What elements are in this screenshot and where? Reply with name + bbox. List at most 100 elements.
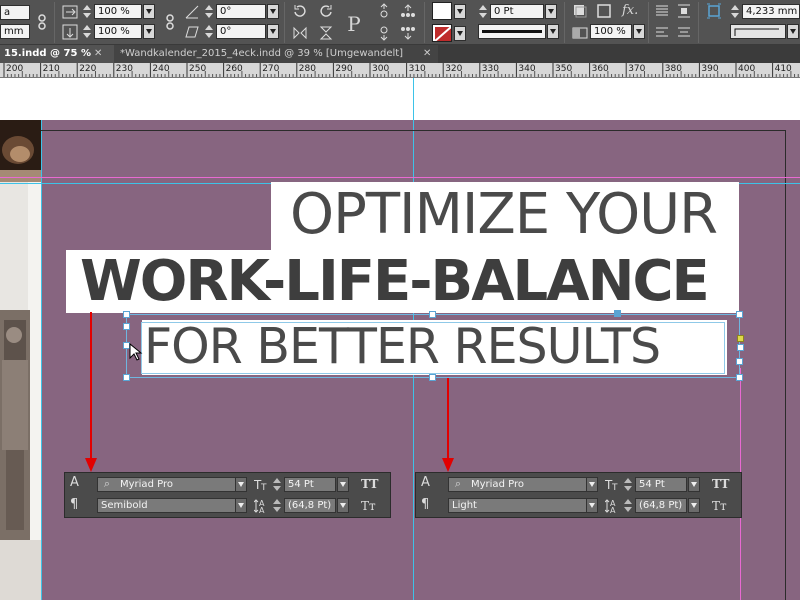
guide-vertical[interactable] bbox=[41, 120, 42, 600]
shear-dropdown[interactable] bbox=[267, 24, 279, 39]
font-size-field[interactable]: 54 Pt bbox=[284, 477, 336, 492]
scale-y-spinner[interactable] bbox=[82, 24, 92, 39]
stroke-type-preview bbox=[482, 30, 542, 33]
red-arrow-icon bbox=[442, 378, 454, 472]
tab-wandkalender[interactable]: *Wandkalender_2015_4eck.indd @ 39 % [Umg… bbox=[114, 45, 438, 63]
close-icon[interactable]: ✕ bbox=[94, 45, 102, 63]
opacity-field[interactable]: 100 % bbox=[590, 24, 632, 39]
close-icon[interactable]: ✕ bbox=[423, 45, 431, 63]
frame-edge-handle[interactable] bbox=[737, 344, 744, 351]
paragraph-p-icon[interactable]: P bbox=[342, 12, 366, 36]
scale-x-spinner[interactable] bbox=[82, 4, 92, 19]
all-caps-icon[interactable]: TT bbox=[712, 476, 729, 492]
out-port-handle[interactable] bbox=[737, 335, 744, 342]
x-position-field[interactable]: a bbox=[0, 5, 30, 20]
horizontal-ruler[interactable]: 200 210 220 230 240 250 260 270 280 290 300 310 320 3… bbox=[0, 63, 800, 78]
stroke-weight-dropdown[interactable] bbox=[545, 4, 557, 19]
resize-handle-bottom-right[interactable] bbox=[736, 374, 743, 381]
ruler-tick-label: 200 bbox=[6, 64, 24, 74]
resize-handle-top-right[interactable] bbox=[736, 311, 743, 318]
small-caps-icon[interactable]: Tт bbox=[361, 498, 376, 514]
select-next-object-icon[interactable] bbox=[400, 25, 416, 41]
fill-swatch[interactable] bbox=[432, 2, 452, 20]
width-field[interactable]: mm bbox=[0, 24, 30, 39]
chain-link-icon[interactable] bbox=[34, 14, 50, 30]
distribute-spacing-icon[interactable] bbox=[706, 3, 722, 19]
align-center-icon[interactable] bbox=[676, 25, 692, 41]
all-caps-icon[interactable]: TT bbox=[361, 476, 378, 492]
resize-handle-top-center[interactable] bbox=[429, 311, 436, 318]
frame-anchor-handle[interactable] bbox=[614, 310, 621, 317]
resize-handle-bottom-center[interactable] bbox=[429, 374, 436, 381]
in-port-handle[interactable] bbox=[123, 323, 130, 330]
select-content-icon[interactable] bbox=[376, 25, 392, 41]
stroke-type-dropdown[interactable] bbox=[547, 24, 559, 39]
leading-spinner[interactable] bbox=[272, 498, 282, 513]
leading-dropdown[interactable] bbox=[688, 498, 700, 513]
corner-shape-select[interactable] bbox=[730, 24, 786, 39]
font-family-dropdown[interactable] bbox=[235, 477, 247, 492]
shear-spinner[interactable] bbox=[204, 24, 214, 39]
stroke-type-select[interactable] bbox=[478, 24, 546, 39]
ruler-tick-label: 290 bbox=[335, 64, 353, 74]
rotation-field[interactable]: 0° bbox=[216, 4, 266, 19]
font-size-dropdown[interactable] bbox=[337, 477, 349, 492]
resize-handle-middle-right[interactable] bbox=[736, 358, 743, 365]
stroke-dropdown[interactable] bbox=[454, 26, 466, 41]
stroke-swatch[interactable] bbox=[432, 24, 452, 42]
stroke-weight-spinner[interactable] bbox=[478, 4, 488, 19]
rotate-counterclockwise-icon[interactable] bbox=[318, 3, 334, 19]
mouse-cursor-icon bbox=[129, 343, 143, 361]
flip-horizontal-icon[interactable] bbox=[292, 25, 308, 41]
constrain-proportions-icon[interactable] bbox=[162, 14, 178, 30]
opacity-dropdown[interactable] bbox=[633, 24, 645, 39]
text-wrap-none-icon[interactable] bbox=[654, 3, 670, 19]
drop-shadow-icon[interactable] bbox=[572, 3, 588, 19]
leading-field[interactable]: (64,8 Pt) bbox=[635, 498, 687, 513]
shear-field[interactable]: 0° bbox=[216, 24, 266, 39]
fill-dropdown[interactable] bbox=[454, 4, 466, 19]
scale-y-dropdown[interactable] bbox=[143, 24, 155, 39]
rotate-clockwise-icon[interactable] bbox=[292, 3, 308, 19]
separator bbox=[424, 2, 425, 43]
text-wrap-bounding-icon[interactable] bbox=[676, 3, 692, 19]
font-style-dropdown[interactable] bbox=[586, 498, 598, 513]
effects-fx-icon[interactable]: fx. bbox=[622, 3, 638, 19]
rotation-spinner[interactable] bbox=[204, 4, 214, 19]
ruler-tick-label: 390 bbox=[701, 64, 719, 74]
spacing-spinner[interactable] bbox=[730, 4, 740, 19]
small-caps-icon[interactable]: Tт bbox=[712, 498, 727, 514]
object-frame-icon[interactable] bbox=[596, 3, 612, 19]
resize-handle-bottom-left[interactable] bbox=[123, 374, 130, 381]
font-size-spinner[interactable] bbox=[272, 477, 282, 492]
leading-dropdown[interactable] bbox=[337, 498, 349, 513]
scale-x-dropdown[interactable] bbox=[143, 4, 155, 19]
font-style-field[interactable]: Light bbox=[448, 498, 598, 513]
leading-spinner[interactable] bbox=[623, 498, 633, 513]
photo-image-strip[interactable] bbox=[0, 120, 41, 600]
scale-x-field[interactable]: 100 % bbox=[94, 4, 142, 19]
character-a-icon: A bbox=[421, 475, 430, 490]
font-family-dropdown[interactable] bbox=[586, 477, 598, 492]
align-left-icon[interactable] bbox=[654, 25, 670, 41]
scale-y-field[interactable]: 100 % bbox=[94, 24, 142, 39]
stroke-weight-field[interactable]: 0 Pt bbox=[490, 4, 544, 19]
character-a-icon: A bbox=[70, 475, 79, 490]
resize-handle-top-left[interactable] bbox=[123, 311, 130, 318]
font-family-field[interactable]: Myriad Pro bbox=[97, 477, 247, 492]
rotation-dropdown[interactable] bbox=[267, 4, 279, 19]
document-canvas[interactable]: OPTIMIZE YOUR WORK-LIFE-BALANCE FOR BETT… bbox=[0, 78, 800, 600]
font-style-dropdown[interactable] bbox=[235, 498, 247, 513]
flip-vertical-icon[interactable] bbox=[318, 25, 334, 41]
select-container-icon[interactable] bbox=[376, 3, 392, 19]
select-previous-object-icon[interactable] bbox=[400, 3, 416, 19]
font-size-spinner[interactable] bbox=[623, 477, 633, 492]
corner-shape-dropdown[interactable] bbox=[787, 24, 799, 39]
font-size-field[interactable]: 54 Pt bbox=[635, 477, 687, 492]
font-size-dropdown[interactable] bbox=[688, 477, 700, 492]
leading-field[interactable]: (64,8 Pt) bbox=[284, 498, 336, 513]
font-family-field[interactable]: Myriad Pro bbox=[448, 477, 598, 492]
spacing-field[interactable]: 4,233 mm bbox=[742, 4, 800, 19]
font-style-field[interactable]: Semibold bbox=[97, 498, 247, 513]
headline-line1: OPTIMIZE YOUR bbox=[290, 182, 718, 247]
